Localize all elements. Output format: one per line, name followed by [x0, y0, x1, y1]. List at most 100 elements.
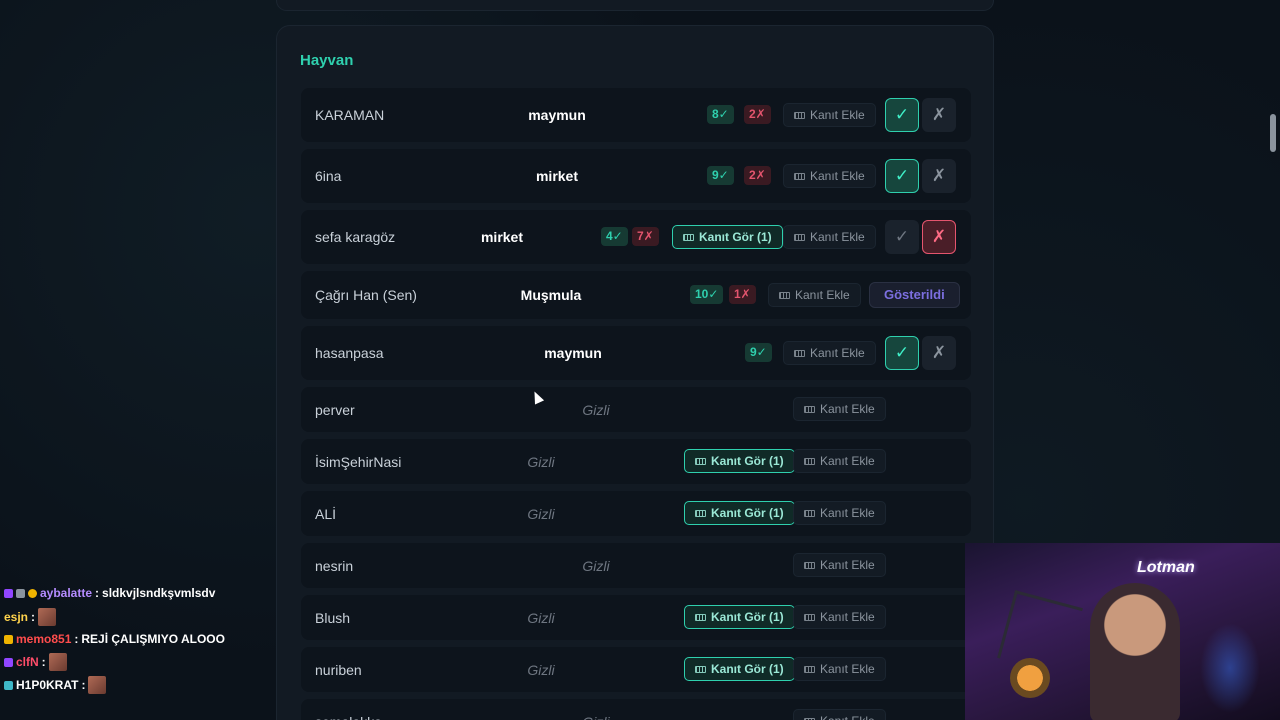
- category-title: Hayvan: [300, 52, 354, 69]
- moderator-badge-icon: [16, 588, 25, 598]
- hidden-answer: Gizli: [582, 714, 609, 720]
- add-proof-button[interactable]: Kanıt Ekle: [783, 341, 876, 365]
- subscriber-badge-icon: [4, 588, 13, 598]
- reject-count-badge: 2✗: [744, 166, 771, 185]
- approve-button[interactable]: ✓: [885, 159, 919, 193]
- view-proof-button[interactable]: Kanıt Gör (1): [684, 449, 795, 473]
- approve-count-badge: 8✓: [707, 105, 734, 124]
- reject-count-badge: 1✗: [729, 285, 756, 304]
- add-proof-button[interactable]: Kanıt Ekle: [793, 605, 886, 629]
- keyboard-icon: [804, 510, 815, 517]
- keyboard-icon: [804, 458, 815, 465]
- answer-word: maymun: [528, 107, 586, 123]
- category-panel: Hayvan KARAMAN maymun 8✓ 2✗ Kanıt Ekle ✓…: [276, 25, 994, 720]
- player-name: nuriben: [315, 662, 362, 678]
- add-proof-button[interactable]: Kanıt Ekle: [793, 553, 886, 577]
- add-proof-button[interactable]: Kanıt Ekle: [793, 709, 886, 720]
- hidden-answer: Gizli: [582, 402, 610, 418]
- approve-count-badge: 4✓: [601, 227, 628, 246]
- shown-status-badge: Gösterildi: [869, 282, 960, 308]
- add-proof-button[interactable]: Kanıt Ekle: [793, 397, 886, 421]
- add-proof-button[interactable]: Kanıt Ekle: [783, 225, 876, 249]
- chat-message: esjn:: [4, 608, 57, 626]
- player-name: 6ina: [315, 168, 342, 184]
- answer-row: nuriben Gizli Kanıt Gör (1) Kanıt Ekle: [301, 647, 971, 692]
- answer-row: semalakka Gizli Kanıt Ekle: [301, 699, 971, 720]
- approve-button[interactable]: ✓: [885, 220, 919, 254]
- add-proof-button[interactable]: Kanıt Ekle: [793, 449, 886, 473]
- chat-username: esjn: [4, 610, 29, 624]
- player-name: nesrin: [315, 558, 354, 574]
- emote-icon: [48, 653, 67, 671]
- player-name: KARAMAN: [315, 107, 385, 123]
- answer-row: 6ina mirket 9✓ 2✗ Kanıt Ekle ✓ ✗: [301, 149, 971, 203]
- chat-username: H1P0KRAT: [16, 678, 79, 692]
- keyboard-icon: [804, 406, 815, 413]
- background-light: [1200, 623, 1260, 713]
- figurine: [1010, 658, 1050, 698]
- emote-icon: [38, 608, 57, 626]
- reject-button[interactable]: ✗: [922, 159, 956, 193]
- answer-row: perver Gizli Kanıt Ekle: [301, 387, 971, 432]
- view-proof-button[interactable]: Kanıt Gör (1): [672, 225, 783, 249]
- previous-category-card: [276, 0, 994, 11]
- crown-badge-icon: [4, 634, 13, 644]
- hidden-answer: Gizli: [527, 662, 555, 678]
- chat-text: REJİ ÇALIŞMIYO ALOOO: [81, 632, 225, 646]
- add-proof-button[interactable]: Kanıt Ekle: [793, 501, 886, 525]
- answer-row: Blush Gizli Kanıt Gör (1) Kanıt Ekle: [301, 595, 971, 640]
- reject-count-badge: 2✗: [744, 105, 771, 124]
- chat-text: sldkvjlsndkşvmlsdv: [102, 586, 216, 600]
- chat-username: memo851: [16, 632, 72, 646]
- keyboard-icon: [804, 614, 815, 621]
- keyboard-icon: [695, 614, 706, 621]
- player-name: İsimŞehirNasi: [315, 454, 402, 470]
- approve-button[interactable]: ✓: [885, 336, 919, 370]
- view-proof-button[interactable]: Kanıt Gör (1): [684, 605, 795, 629]
- player-name: semalakka: [315, 714, 382, 720]
- answer-row: sefa karagöz mirket 4✓ 7✗ Kanıt Gör (1) …: [301, 210, 971, 264]
- answer-word: maymun: [544, 345, 602, 361]
- page-scrollbar[interactable]: [1270, 114, 1276, 152]
- keyboard-icon: [794, 173, 805, 180]
- hidden-answer: Gizli: [527, 454, 555, 470]
- keyboard-icon: [804, 562, 815, 569]
- answer-row: ALİ Gizli Kanıt Gör (1) Kanıt Ekle: [301, 491, 971, 536]
- neon-sign: Lotman: [1137, 559, 1195, 576]
- reject-button[interactable]: ✗: [922, 336, 956, 370]
- view-proof-button[interactable]: Kanıt Gör (1): [684, 501, 795, 525]
- approve-count-badge: 10✓: [690, 285, 724, 304]
- answer-row: nesrin Gizli Kanıt Ekle: [301, 543, 971, 588]
- reject-button[interactable]: ✗: [922, 220, 956, 254]
- chat-message: aybalatte: sldkvjlsndkşvmlsdv: [4, 586, 215, 600]
- add-proof-button[interactable]: Kanıt Ekle: [793, 657, 886, 681]
- answer-word: mirket: [480, 229, 524, 245]
- player-name: sefa karagöz: [315, 229, 396, 245]
- reject-button[interactable]: ✗: [922, 98, 956, 132]
- player-name: perver: [315, 402, 355, 418]
- keyboard-icon: [794, 350, 805, 357]
- keyboard-icon: [804, 666, 815, 673]
- add-proof-button[interactable]: Kanıt Ekle: [783, 103, 876, 127]
- streamer: [1090, 583, 1180, 720]
- hidden-answer: Gizli: [582, 558, 610, 574]
- answer-word: mirket: [535, 168, 579, 184]
- answer-row: İsimŞehirNasi Gizli Kanıt Gör (1) Kanıt …: [301, 439, 971, 484]
- add-proof-button[interactable]: Kanıt Ekle: [768, 283, 861, 307]
- webcam-overlay: Lotman: [965, 543, 1280, 720]
- keyboard-icon: [695, 666, 706, 673]
- chat-username: aybalatte: [40, 586, 93, 600]
- answer-row: KARAMAN maymun 8✓ 2✗ Kanıt Ekle ✓ ✗: [301, 88, 971, 142]
- hidden-answer: Gizli: [527, 506, 555, 522]
- add-proof-button[interactable]: Kanıt Ekle: [783, 164, 876, 188]
- approve-button[interactable]: ✓: [885, 98, 919, 132]
- subscriber-badge-icon: [4, 680, 13, 690]
- view-proof-button[interactable]: Kanıt Gör (1): [684, 657, 795, 681]
- approve-count-badge: 9✓: [745, 343, 772, 362]
- keyboard-icon: [779, 292, 790, 299]
- keyboard-icon: [683, 234, 694, 241]
- answer-row: hasanpasa maymun 9✓ Kanıt Ekle ✓ ✗: [301, 326, 971, 380]
- keyboard-icon: [794, 112, 805, 119]
- keyboard-icon: [695, 458, 706, 465]
- chat-message: H1P0KRAT:: [4, 676, 107, 694]
